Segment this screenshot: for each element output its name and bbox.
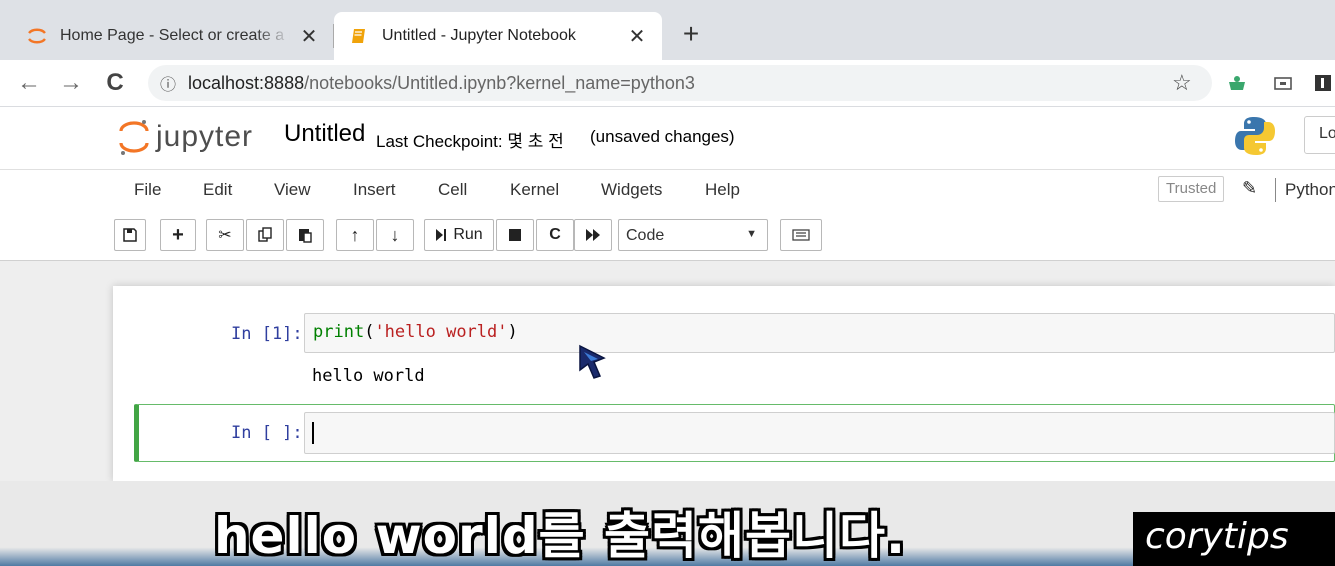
tab-home-page[interactable]: Home Page - Select or create a notebook … xyxy=(12,12,334,60)
copy-button[interactable] xyxy=(246,219,284,251)
interrupt-button[interactable] xyxy=(496,219,534,251)
code-cell-input[interactable] xyxy=(304,412,1335,454)
browser-address-bar: ← → C ⓘ localhost:8888/notebooks/Untitle… xyxy=(0,60,1335,107)
run-button[interactable]: Run xyxy=(424,219,494,251)
profile-icon[interactable] xyxy=(1312,72,1334,94)
video-subtitle: hello world를 출력해봅니다. xyxy=(213,507,907,565)
move-up-button[interactable]: ↑ xyxy=(336,219,374,251)
url-path: /notebooks/Untitled.ipynb?kernel_name=py… xyxy=(304,72,695,93)
cell-prompt: In [ ]: xyxy=(231,423,303,443)
code-string: 'hello world' xyxy=(374,322,508,342)
tab-title: Untitled - Jupyter Notebook xyxy=(382,27,576,44)
copy-icon xyxy=(258,227,272,242)
menu-kernel[interactable]: Kernel xyxy=(510,180,559,200)
code-builtin: print xyxy=(313,322,365,342)
step-forward-icon xyxy=(436,229,447,241)
run-label: Run xyxy=(453,226,483,243)
unsaved-status: (unsaved changes) xyxy=(590,127,735,146)
jupyter-header: jupyter Untitled Last Checkpoint: 몇 초 전 … xyxy=(0,107,1335,170)
restart-icon: C xyxy=(549,226,561,243)
code-cell-input[interactable]: print('hello world') xyxy=(304,313,1335,353)
menu-cell[interactable]: Cell xyxy=(438,180,467,200)
menu-widgets[interactable]: Widgets xyxy=(601,180,662,200)
menu-insert[interactable]: Insert xyxy=(353,180,396,200)
tab-untitled-notebook[interactable]: Untitled - Jupyter Notebook ✕ xyxy=(334,12,662,60)
jupyter-logo-text: jupyter xyxy=(156,120,254,153)
command-palette-button[interactable] xyxy=(780,219,822,251)
python-logo-icon xyxy=(1235,117,1275,155)
tab-title: Home Page - Select or create a notebook xyxy=(60,27,290,44)
arrow-up-icon: ↑ xyxy=(350,224,360,245)
back-arrow-icon[interactable]: ← xyxy=(14,68,44,98)
keyboard-icon xyxy=(792,229,810,241)
add-cell-button[interactable]: + xyxy=(160,219,196,251)
browser-tab-bar: Home Page - Select or create a notebook … xyxy=(0,0,1335,60)
reload-icon[interactable]: C xyxy=(100,68,130,98)
bookmark-star-icon[interactable]: ☆ xyxy=(1172,70,1192,96)
logout-button[interactable]: Logout xyxy=(1304,116,1335,154)
restart-run-all-button[interactable] xyxy=(574,219,612,251)
trusted-badge[interactable]: Trusted xyxy=(1158,176,1225,202)
kernel-separator xyxy=(1275,178,1276,202)
tab-close-icon[interactable]: ✕ xyxy=(626,24,648,49)
tab-close-icon[interactable]: ✕ xyxy=(298,24,320,49)
url-text: localhost:8888/notebooks/Untitled.ipynb?… xyxy=(188,73,695,94)
cell-prompt: In [1]: xyxy=(231,324,303,344)
arrow-down-icon: ↓ xyxy=(390,224,400,245)
mouse-pointer-icon xyxy=(579,344,606,379)
code-paren: ( xyxy=(364,322,375,342)
jupyter-menu-bar: File Edit View Insert Cell Kernel Widget… xyxy=(0,170,1335,210)
cell-output: hello world xyxy=(312,366,425,386)
restart-button[interactable]: C xyxy=(536,219,574,251)
cut-button[interactable]: ✂ xyxy=(206,219,244,251)
menu-file[interactable]: File xyxy=(134,180,161,200)
forward-arrow-icon[interactable]: → xyxy=(56,68,86,98)
info-icon[interactable]: ⓘ xyxy=(148,71,188,95)
jupyter-logo-icon xyxy=(119,120,149,155)
cell-type-select[interactable]: Code ▼ xyxy=(618,219,768,251)
new-tab-icon[interactable]: + xyxy=(676,18,706,50)
cast-icon[interactable] xyxy=(1272,72,1294,94)
move-down-button[interactable]: ↓ xyxy=(376,219,414,251)
menu-help[interactable]: Help xyxy=(705,180,740,200)
plus-icon: + xyxy=(172,223,184,246)
edit-pencil-icon[interactable]: ✎ xyxy=(1242,178,1257,199)
paste-icon xyxy=(299,229,312,243)
notebook-favicon-icon xyxy=(348,25,370,47)
channel-watermark: corytips xyxy=(1133,512,1335,566)
dropdown-caret-icon: ▼ xyxy=(746,228,757,240)
fast-forward-icon xyxy=(586,229,600,241)
cell-type-value: Code xyxy=(626,227,665,244)
paste-button[interactable] xyxy=(286,219,324,251)
save-icon xyxy=(123,228,137,242)
notebook-title[interactable]: Untitled xyxy=(284,120,365,148)
jupyter-toolbar: + ✂ ↑ ↓ Run C Code ▼ xyxy=(0,210,1335,261)
checkpoint-status: Last Checkpoint: 몇 초 전 xyxy=(376,132,564,151)
menu-edit[interactable]: Edit xyxy=(203,180,232,200)
extension-icon[interactable] xyxy=(1226,72,1248,94)
kernel-indicator[interactable]: Python 3 xyxy=(1285,180,1335,200)
url-input[interactable]: ⓘ localhost:8888/notebooks/Untitled.ipyn… xyxy=(148,65,1212,101)
jupyter-favicon-icon xyxy=(26,25,48,47)
screen: Home Page - Select or create a notebook … xyxy=(0,0,1335,566)
jupyter-logo[interactable]: jupyter xyxy=(118,117,253,157)
scissors-icon: ✂ xyxy=(218,227,232,244)
url-host: localhost:8888 xyxy=(188,72,305,93)
stop-icon xyxy=(509,229,521,241)
code-paren: ) xyxy=(507,322,518,342)
text-cursor xyxy=(312,422,314,444)
menu-view[interactable]: View xyxy=(274,180,311,200)
save-button[interactable] xyxy=(114,219,146,251)
